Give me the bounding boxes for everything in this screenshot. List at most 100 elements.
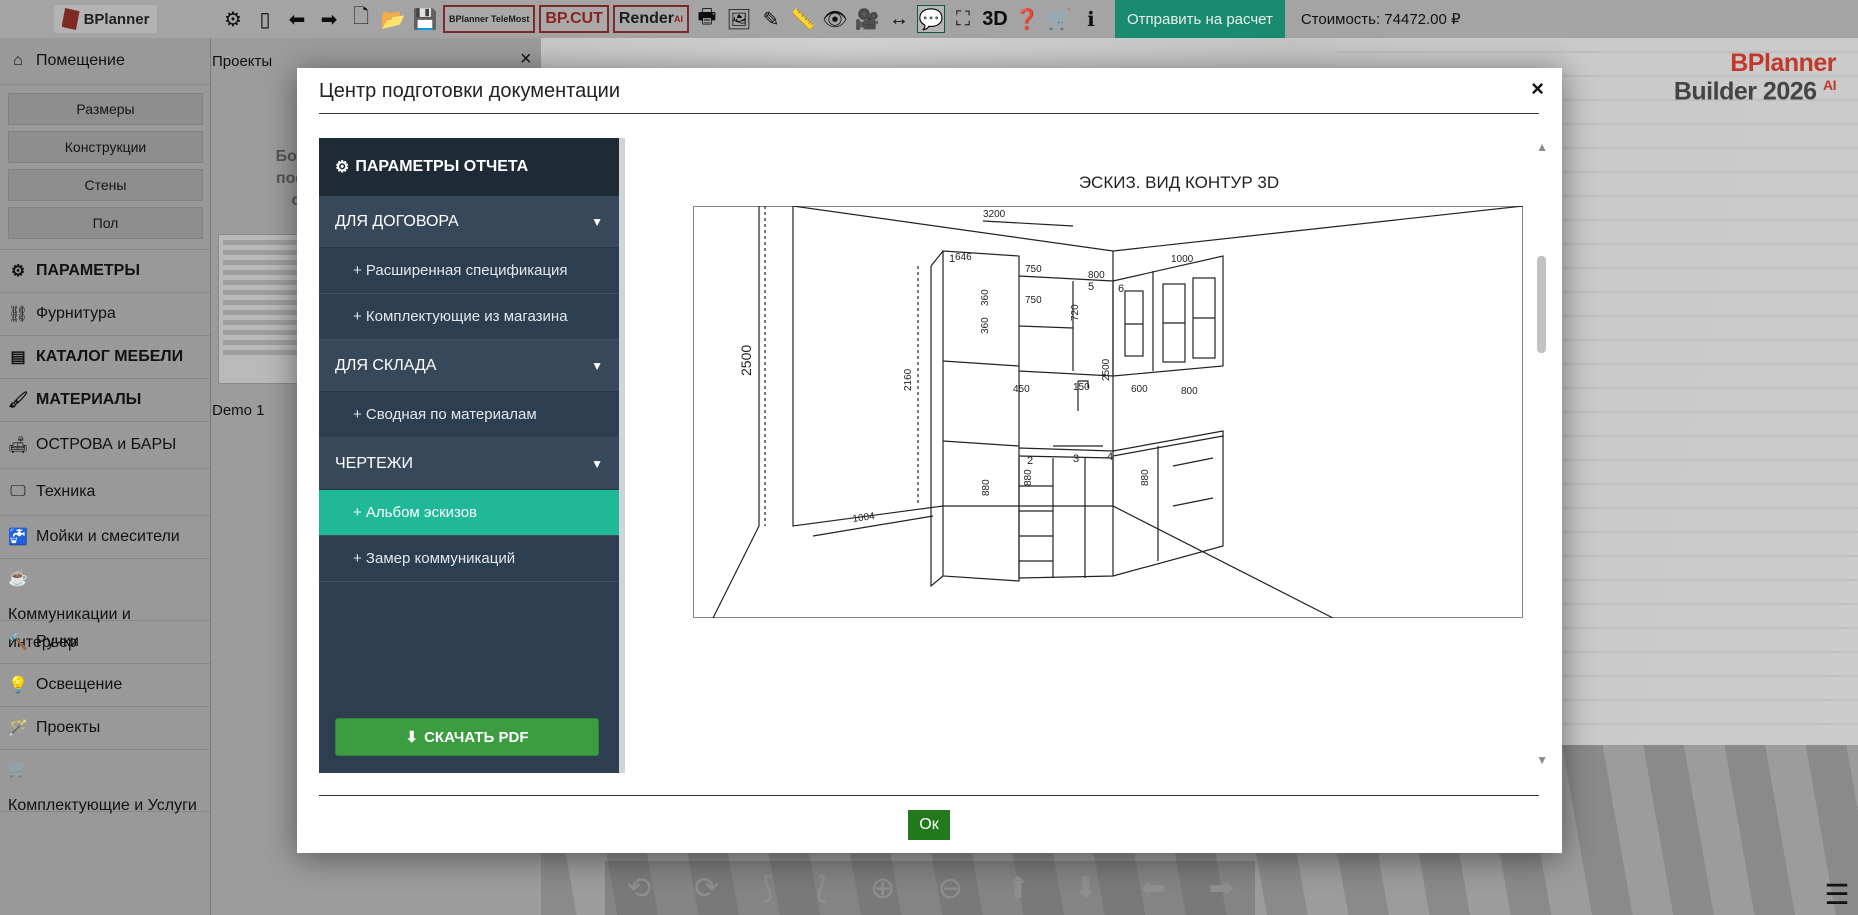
- home-icon: ⌂: [13, 52, 23, 69]
- sidebar-item-catalog[interactable]: ▤ КАТАЛОГ МЕБЕЛИ: [0, 336, 210, 379]
- svg-text:2500: 2500: [738, 345, 754, 376]
- svg-text:1000: 1000: [1171, 254, 1194, 265]
- redo-arrow-icon[interactable]: ➡: [315, 5, 343, 33]
- menu-item-store-components[interactable]: + Комплектующие из магазина: [319, 294, 619, 340]
- sidebar-item-room[interactable]: ⌂ Помещение: [0, 38, 210, 85]
- svg-text:800: 800: [1181, 386, 1198, 397]
- svg-text:880: 880: [981, 479, 992, 496]
- zoom-out-icon[interactable]: ⊖: [938, 871, 963, 906]
- image-icon[interactable]: 🖼: [725, 5, 753, 33]
- room-button-walls[interactable]: Стены: [8, 169, 203, 201]
- fullscreen-icon[interactable]: ⛶: [949, 5, 977, 33]
- ok-button[interactable]: Ок: [908, 810, 950, 840]
- new-file-icon[interactable]: 🗋: [347, 5, 375, 33]
- move-left-icon[interactable]: ⬅: [1141, 871, 1166, 906]
- rotate-left-icon[interactable]: ⟲: [626, 871, 651, 906]
- room-button-constructions[interactable]: Конструкции: [8, 131, 203, 163]
- svg-text:450: 450: [1013, 384, 1030, 395]
- sidebar-item-appliances[interactable]: 🖵 Техника: [0, 469, 210, 516]
- chevron-down-icon: ▼: [591, 214, 603, 229]
- room-button-dimensions[interactable]: Размеры: [8, 93, 203, 125]
- sidebar-item-sinks[interactable]: 🚰 Мойки и смесители: [0, 516, 210, 559]
- resize-arrows-icon[interactable]: ↔: [885, 5, 913, 33]
- section-drawings[interactable]: ЧЕРТЕЖИ ▼: [319, 438, 619, 490]
- modal-close-icon[interactable]: ×: [1531, 76, 1544, 102]
- three-d-button[interactable]: 3D: [981, 5, 1009, 33]
- svg-text:360: 360: [980, 289, 991, 306]
- menu-item-utility-measure[interactable]: + Замер коммуникаций: [319, 536, 619, 582]
- kitchen-sketch-drawing: 3200 2500 2160 1004 646 750 750 360 360 …: [693, 206, 1523, 618]
- projects-header: Проекты: [212, 53, 273, 70]
- scroll-up-arrow-icon[interactable]: ▲: [1536, 140, 1548, 154]
- rotate-vertical-alt-icon[interactable]: ⟅: [816, 871, 828, 906]
- faucet-icon: 🚰: [8, 529, 28, 546]
- logo-text: BPlanner: [83, 10, 150, 28]
- svg-text:6: 6: [1118, 283, 1124, 295]
- sidebar-item-communications[interactable]: ☕ Коммуникации и интерьер: [0, 559, 210, 651]
- sidebar-item-hardware[interactable]: ⛓ Фурнитура: [0, 293, 210, 336]
- move-right-icon[interactable]: ➡: [1208, 871, 1233, 906]
- zoom-in-icon[interactable]: ⊕: [870, 871, 895, 906]
- settings-gear-icon[interactable]: ⚙: [219, 5, 247, 33]
- info-icon[interactable]: ℹ: [1077, 5, 1105, 33]
- move-down-icon[interactable]: ⬇: [1073, 871, 1098, 906]
- coffee-cup-icon: ☕: [8, 570, 28, 587]
- section-contract[interactable]: ДЛЯ ДОГОВОРА ▼: [319, 196, 619, 248]
- monitor-icon: 🖵: [10, 483, 26, 500]
- save-icon[interactable]: 💾: [411, 5, 439, 33]
- svg-text:4: 4: [1107, 451, 1113, 463]
- undo-arrow-icon[interactable]: ⬅: [283, 5, 311, 33]
- logo-mark-icon: [61, 8, 80, 30]
- menu-item-materials-summary[interactable]: + Сводная по материалам: [319, 392, 619, 438]
- svg-text:3200: 3200: [983, 209, 1006, 220]
- eye-icon[interactable]: 👁: [821, 5, 849, 33]
- preview-scrollbar-thumb[interactable]: [1537, 256, 1546, 353]
- sidebar-item-lighting[interactable]: 💡 Освещение: [0, 664, 210, 707]
- sidebar-item-accessories[interactable]: 🛒 Комплектующие и Услуги: [0, 750, 210, 814]
- print-icon[interactable]: 🖶: [693, 5, 721, 33]
- render-button[interactable]: Render AI: [612, 5, 689, 33]
- camera-icon[interactable]: 🎥: [853, 5, 881, 33]
- app-logo[interactable]: BPlanner: [0, 0, 211, 38]
- sidebar-item-label: Помещение: [36, 52, 125, 69]
- telemost-button[interactable]: BPlanner TeleMost: [443, 5, 536, 33]
- rotate-right-icon[interactable]: ⟳: [694, 871, 719, 906]
- svg-text:646: 646: [955, 252, 972, 263]
- svg-text:150: 150: [1073, 382, 1090, 393]
- send-for-calculation-button[interactable]: Отправить на расчет: [1114, 0, 1285, 38]
- move-up-icon[interactable]: ⬆: [1005, 871, 1030, 906]
- link-icon: ⛓: [8, 306, 29, 323]
- modal-divider-bottom: [319, 795, 1539, 796]
- brand-line1: BPlanner: [1730, 49, 1836, 77]
- chevron-down-icon: ▼: [591, 456, 603, 471]
- svg-text:600: 600: [1131, 384, 1148, 395]
- project-name[interactable]: Demo 1: [212, 402, 265, 419]
- sofa-icon: 🛋: [8, 437, 29, 454]
- comment-icon[interactable]: 💬: [916, 5, 945, 33]
- help-icon[interactable]: ❓: [1013, 5, 1041, 33]
- top-toolbar: BPlanner ⚙ ▯ ⬅ ➡ 🗋 📂 💾 BPlanner TeleMost…: [0, 0, 1858, 38]
- phone-icon[interactable]: ▯: [251, 5, 279, 33]
- sidebar-item-parameters[interactable]: ⚙ ПАРАМЕТРЫ: [0, 250, 210, 293]
- room-submenu: Размеры Конструкции Стены Пол: [0, 85, 210, 250]
- project-thumbnail[interactable]: [218, 234, 308, 384]
- room-button-floor[interactable]: Пол: [8, 207, 203, 239]
- menu-item-extended-spec[interactable]: + Расширенная спецификация: [319, 248, 619, 294]
- list-menu-icon[interactable]: ☰: [1820, 880, 1854, 912]
- pencil-icon[interactable]: ✎: [757, 5, 785, 33]
- lightbulb-icon: 💡: [8, 677, 28, 694]
- sidebar-item-materials[interactable]: 🖌 МАТЕРИАЛЫ: [0, 379, 210, 422]
- bp-cut-button[interactable]: BP.CUT: [539, 5, 609, 33]
- ruler-icon[interactable]: 📏: [789, 5, 817, 33]
- svg-text:5: 5: [1088, 281, 1094, 293]
- sidebar-item-projects[interactable]: 🪄 Проекты: [0, 707, 210, 750]
- section-warehouse[interactable]: ДЛЯ СКЛАДА ▼: [319, 340, 619, 392]
- open-folder-icon[interactable]: 📂: [379, 5, 407, 33]
- cart-icon[interactable]: 🛒: [1045, 5, 1073, 33]
- sidebar-item-islands[interactable]: 🛋 ОСТРОВА и БАРЫ: [0, 422, 210, 469]
- download-pdf-button[interactable]: ⬇ СКАЧАТЬ PDF: [335, 718, 599, 756]
- rotate-vertical-icon[interactable]: ⟆: [762, 871, 774, 906]
- menu-item-sketch-album[interactable]: + Альбом эскизов: [319, 490, 619, 536]
- scroll-down-arrow-icon[interactable]: ▼: [1536, 753, 1548, 767]
- camera-nav-bar: ⟲ ⟳ ⟆ ⟅ ⊕ ⊖ ⬆ ⬇ ⬅ ➡: [605, 861, 1255, 915]
